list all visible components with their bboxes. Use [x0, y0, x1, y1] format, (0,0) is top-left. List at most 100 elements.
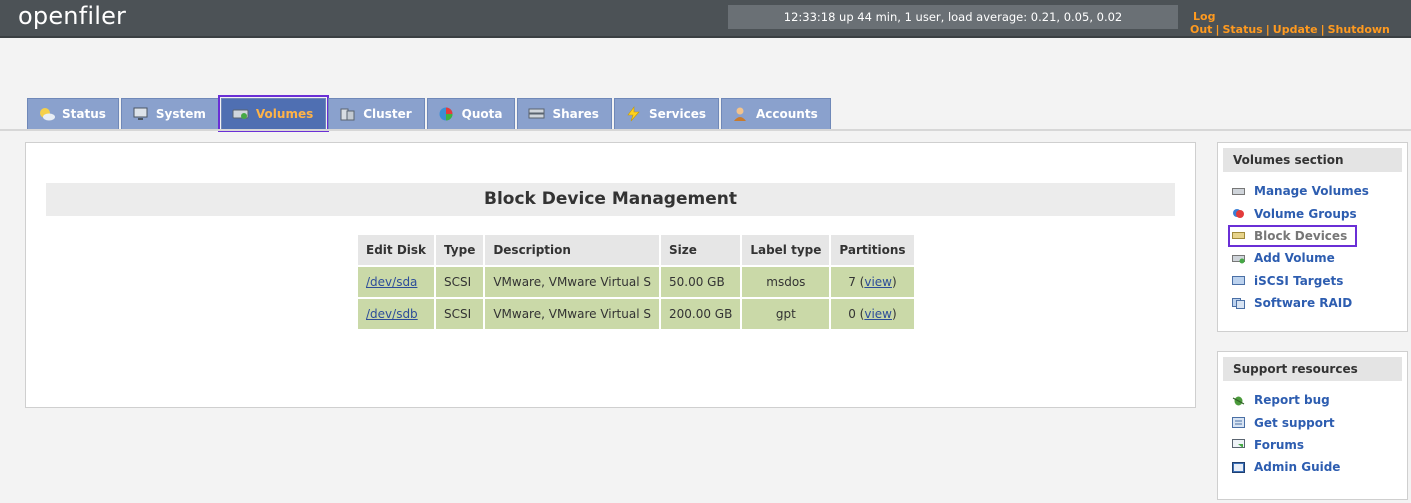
main-panel: Block Device Management Edit Disk Type D… [25, 142, 1196, 408]
shutdown-link[interactable]: Shutdown [1325, 23, 1393, 36]
tab-status[interactable]: Status [27, 98, 119, 129]
volumes-section-box: Volumes section Manage Volumes Volume Gr… [1217, 142, 1408, 332]
edit-disk-cell: /dev/sdb [358, 299, 435, 329]
tab-quota[interactable]: Quota [426, 98, 516, 129]
support-resources-box: Support resources Report bug Get support… [1217, 351, 1408, 500]
sidebar-item-label: Software RAID [1254, 296, 1353, 311]
volumes-icon [232, 106, 250, 122]
sidebar-item-report-bug[interactable]: Report bug [1218, 389, 1407, 411]
tab-label: Accounts [755, 107, 818, 121]
sidebar-item-admin-guide[interactable]: Admin Guide [1218, 456, 1407, 478]
description-cell: VMware, VMware Virtual S [485, 267, 659, 297]
header-links: Log Out | Status | Update | Shutdown [1190, 10, 1411, 36]
partition-count: 7 [848, 275, 856, 289]
tab-label: Quota [461, 107, 503, 121]
table-header-row: Edit Disk Type Description Size Label ty… [358, 235, 914, 265]
type-cell: SCSI [436, 299, 484, 329]
tab-volumes[interactable]: Volumes [217, 95, 330, 132]
sidebar-item-label: Block Devices [1254, 228, 1348, 243]
bug-icon [1232, 395, 1245, 406]
volumes-section-title: Volumes section [1223, 148, 1402, 172]
main-tabs: Status System Volumes Cluster Quota Shar… [27, 95, 833, 132]
tab-shares[interactable]: Shares [517, 98, 612, 129]
size-cell: 200.00 GB [660, 299, 741, 329]
column-header: Type [436, 235, 484, 265]
uptime-status: 12:33:18 up 44 min, 1 user, load average… [728, 5, 1178, 29]
column-header: Label type [742, 235, 830, 265]
sidebar-item-manage-volumes[interactable]: Manage Volumes [1218, 180, 1407, 202]
partitions-cell: 0 (view) [831, 299, 914, 329]
edit-disk-link[interactable]: /dev/sdb [366, 307, 418, 321]
label-type-cell: msdos [742, 267, 830, 297]
label-type-cell: gpt [742, 299, 830, 329]
tab-cluster[interactable]: Cluster [328, 98, 425, 129]
sidebar-item-label: Report bug [1254, 393, 1330, 408]
support-resources-title: Support resources [1223, 357, 1402, 381]
accounts-icon [732, 106, 750, 122]
sidebar-item-software-raid[interactable]: Software RAID [1218, 292, 1407, 314]
sidebar-item-label: iSCSI Targets [1254, 273, 1344, 288]
tab-label: Volumes [255, 107, 314, 121]
sidebar-item-label: Volume Groups [1254, 206, 1357, 221]
edit-disk-link[interactable]: /dev/sda [366, 275, 417, 289]
tab-label: Services [648, 107, 706, 121]
guide-icon [1232, 461, 1245, 473]
view-partitions-link[interactable]: view [864, 275, 892, 289]
size-cell: 50.00 GB [660, 267, 741, 297]
logout-link[interactable]: Log Out [1190, 10, 1215, 36]
edit-disk-cell: /dev/sda [358, 267, 435, 297]
sidebar-item-label: Add Volume [1254, 251, 1335, 266]
forums-icon [1232, 439, 1245, 450]
status-icon [38, 106, 56, 122]
tab-label: Cluster [363, 107, 412, 121]
manage-volumes-icon [1232, 186, 1245, 197]
add-volume-icon [1232, 253, 1245, 264]
volumes-section-list: Manage Volumes Volume Groups Block Devic… [1218, 180, 1407, 314]
table-row: /dev/sdb SCSI VMware, VMware Virtual S 2… [358, 299, 914, 329]
current-item-highlight: Block Devices [1227, 224, 1358, 247]
status-link[interactable]: Status [1219, 23, 1265, 36]
tab-label: Status [62, 107, 106, 121]
tab-label: Shares [552, 107, 599, 121]
description-cell: VMware, VMware Virtual S [485, 299, 659, 329]
view-partitions-link[interactable]: view [864, 307, 892, 321]
type-cell: SCSI [436, 267, 484, 297]
top-header: openfiler 12:33:18 up 44 min, 1 user, lo… [0, 0, 1411, 38]
system-icon [132, 106, 150, 122]
openfiler-logo: openfiler [18, 2, 127, 30]
iscsi-targets-icon [1232, 275, 1245, 286]
tab-system[interactable]: System [120, 98, 219, 129]
shares-icon [528, 106, 546, 122]
column-header: Description [485, 235, 659, 265]
services-icon [625, 106, 643, 122]
software-raid-icon [1232, 297, 1245, 309]
block-devices-icon [1232, 230, 1245, 241]
tab-divider [0, 129, 1411, 131]
column-header: Partitions [831, 235, 914, 265]
cluster-icon [339, 106, 357, 122]
quota-icon [438, 106, 456, 122]
sidebar-item-block-devices[interactable]: Block Devices [1218, 224, 1407, 247]
tab-label: System [155, 107, 206, 121]
table-row: /dev/sda SCSI VMware, VMware Virtual S 5… [358, 267, 914, 297]
sidebar-item-label: Get support [1254, 415, 1335, 430]
sidebar-item-label: Manage Volumes [1254, 184, 1369, 199]
tab-services[interactable]: Services [613, 98, 719, 129]
support-icon [1232, 417, 1245, 429]
column-header: Edit Disk [358, 235, 435, 265]
partition-count: 0 [848, 307, 856, 321]
volume-groups-icon [1232, 208, 1245, 219]
sidebar-item-add-volume[interactable]: Add Volume [1218, 247, 1407, 269]
column-header: Size [660, 235, 741, 265]
sidebar-item-label: Forums [1254, 437, 1305, 452]
sidebar-item-iscsi-targets[interactable]: iSCSI Targets [1218, 270, 1407, 292]
sidebar-item-forums[interactable]: Forums [1218, 434, 1407, 456]
sidebar-item-get-support[interactable]: Get support [1218, 411, 1407, 433]
update-link[interactable]: Update [1270, 23, 1321, 36]
sidebar-item-volume-groups[interactable]: Volume Groups [1218, 202, 1407, 224]
support-resources-list: Report bug Get support Forums Admin Guid… [1218, 389, 1407, 479]
partitions-cell: 7 (view) [831, 267, 914, 297]
tab-accounts[interactable]: Accounts [720, 98, 831, 129]
block-device-table: Edit Disk Type Description Size Label ty… [356, 233, 916, 331]
page-title: Block Device Management [46, 183, 1175, 216]
